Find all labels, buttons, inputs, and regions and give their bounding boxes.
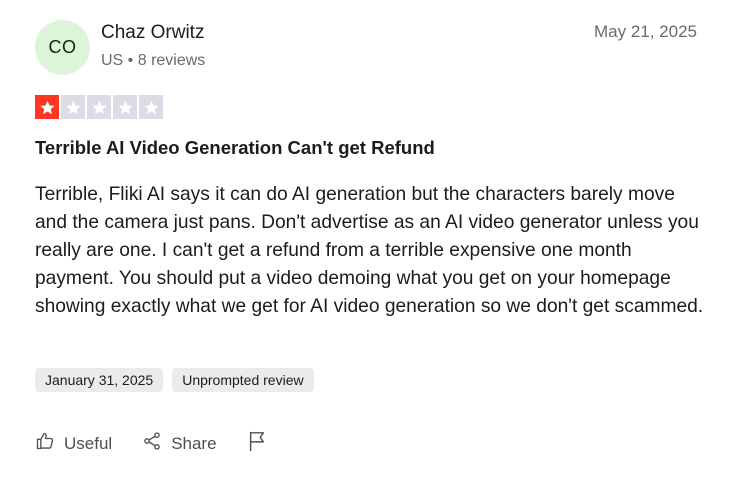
share-button[interactable]: Share	[142, 431, 217, 456]
review-actions: Useful Share	[35, 430, 297, 457]
share-label: Share	[171, 433, 217, 453]
review-body: Terrible, Fliki AI says it can do AI gen…	[35, 184, 704, 317]
experience-date-badge: January 31, 2025	[35, 368, 164, 392]
review-type-badge[interactable]: Unprompted review	[172, 368, 314, 392]
star-icon	[113, 95, 137, 119]
review-tags: January 31, 2025 Unprompted review	[35, 368, 314, 392]
flag-icon	[247, 430, 267, 457]
reviewer-meta: US • 8 reviews	[101, 52, 206, 69]
star-icon	[139, 95, 163, 119]
star-icon	[87, 95, 111, 119]
useful-button[interactable]: Useful	[35, 431, 112, 456]
reviewer-name[interactable]: Chaz Orwitz	[101, 22, 204, 44]
review-date: May 21, 2025	[593, 22, 697, 41]
star-icon	[61, 95, 85, 119]
star-icon	[35, 95, 59, 119]
report-button[interactable]	[247, 430, 267, 457]
useful-label: Useful	[64, 433, 113, 453]
review-card: CO Chaz Orwitz US • 8 reviews May 21, 20…	[0, 0, 731, 479]
review-title[interactable]: Terrible AI Video Generation Can't get R…	[35, 137, 435, 159]
star-rating	[35, 95, 163, 119]
thumbs-up-icon	[35, 431, 55, 456]
avatar-initials: CO	[48, 37, 77, 57]
avatar[interactable]: CO	[35, 20, 90, 75]
share-icon	[142, 431, 162, 456]
